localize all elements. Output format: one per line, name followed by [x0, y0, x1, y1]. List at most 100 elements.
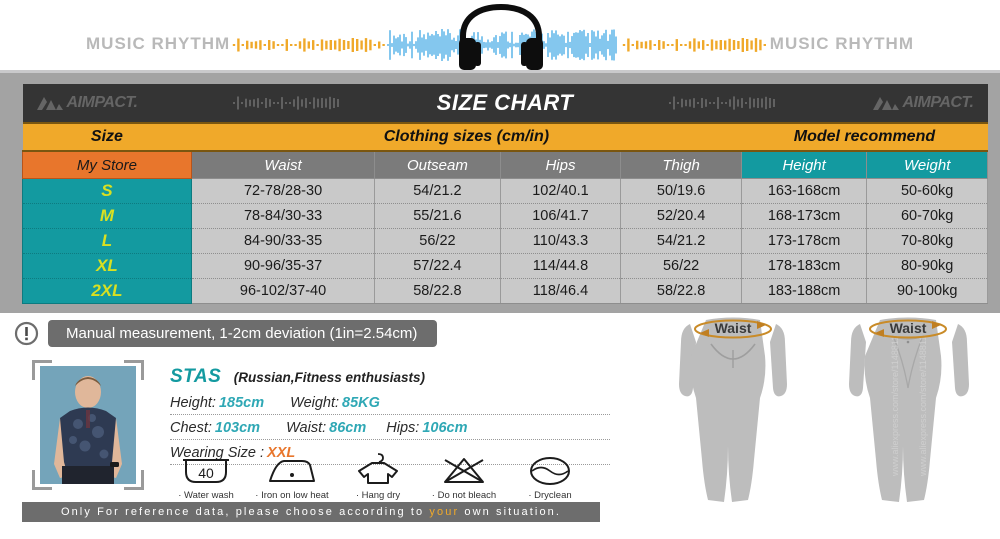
cell-weight: 70-80kg	[866, 228, 988, 254]
model-photo-frame	[32, 360, 144, 490]
group-header-size: Size	[22, 122, 192, 152]
model-name: STAS	[170, 366, 222, 387]
chart-title-row: AIMPACT. SIZE CHART AIMPACT.	[22, 84, 988, 123]
warning-icon	[14, 321, 39, 346]
cell-outseam: 56/22	[374, 228, 501, 254]
cell-outseam: 55/21.6	[374, 203, 501, 229]
cell-thigh: 54/21.2	[620, 228, 742, 254]
page-title: SIZE CHART	[436, 90, 574, 115]
column-header-thigh: Thigh	[620, 150, 742, 179]
body-measurement-figures: www.aliexpress.com/store/1148811 www.ali…	[648, 316, 1000, 521]
figure-watermark: www.aliexpress.com/store/1148811	[918, 336, 928, 477]
frame-corner-icon	[32, 360, 52, 380]
cell-height: 173-178cm	[740, 228, 868, 254]
cell-thigh: 50/19.6	[620, 178, 742, 204]
frame-corner-icon	[32, 470, 52, 490]
cell-height: 178-183cm	[740, 253, 868, 279]
column-header-waist: Waist	[190, 150, 376, 179]
mini-waveform-left-icon	[233, 96, 340, 110]
care-label: · Hang dry	[355, 490, 401, 501]
waist-label-front: Waist	[890, 320, 927, 336]
cell-outseam: 58/22.8	[374, 278, 501, 304]
cell-hips: 106/41.7	[499, 203, 622, 229]
model-name-row: STAS (Russian,Fitness enthusiasts)	[170, 366, 610, 388]
footer-text-before: Only For reference data, please choose a…	[60, 506, 430, 518]
label-weight: Weight:	[290, 395, 340, 411]
model-body-line: Chest: 103cm Waist: 86cm Hips: 106cm	[170, 420, 610, 440]
brand-logo-right: AIMPACT.	[872, 94, 974, 112]
aimpact-mark-icon	[36, 96, 63, 110]
cell-hips: 114/44.8	[499, 253, 622, 279]
column-header-row: My Store Waist Outseam Hips Thigh Height…	[22, 150, 988, 179]
value-weight: 85KG	[342, 395, 380, 411]
cell-thigh: 52/20.4	[620, 203, 742, 229]
cell-hips: 102/40.1	[499, 178, 622, 204]
frame-corner-icon	[124, 360, 144, 380]
table-row: XL 90-96/35-37 57/22.4 114/44.8 56/22 17…	[22, 253, 988, 279]
column-header-hips: Hips	[499, 150, 622, 179]
cell-waist: 72-78/28-30	[190, 178, 376, 204]
cell-thigh: 56/22	[620, 253, 742, 279]
column-header-height: Height	[740, 150, 868, 179]
model-height-weight-line: Height: 185cm Weight: 85KG	[170, 395, 610, 415]
footer-text-after: own situation.	[459, 506, 562, 518]
cell-outseam: 54/21.2	[374, 178, 501, 204]
cell-waist: 84-90/33-35	[190, 228, 376, 254]
note-text: Manual measurement, 1-2cm deviation (1in…	[48, 320, 438, 347]
column-header-store: My Store	[22, 150, 192, 179]
column-header-outseam: Outseam	[374, 150, 501, 179]
care-label: · Do not bleach	[431, 490, 497, 501]
care-item: · Dryclean	[512, 452, 588, 501]
group-header-clothing: Clothing sizes (cm/in)	[191, 122, 742, 152]
label-waist: Waist:	[286, 420, 327, 436]
do-not-bleach-icon	[426, 452, 502, 486]
cell-hips: 110/43.3	[499, 228, 622, 254]
cell-outseam: 57/22.4	[374, 253, 501, 279]
music-banner: MUSIC RHYTHM MUSIC RHYTHM	[0, 0, 1000, 73]
value-height: 185cm	[218, 395, 265, 411]
model-description: (Russian,Fitness enthusiasts)	[233, 370, 426, 385]
cell-weight: 60-70kg	[866, 203, 988, 229]
mini-waveform-right-icon	[668, 96, 775, 110]
wash-temp: 40	[198, 465, 214, 481]
cell-size: XL	[22, 253, 192, 279]
care-label: · Iron on low heat	[255, 490, 329, 501]
dryclean-icon	[512, 452, 588, 486]
cell-height: 183-188cm	[740, 278, 868, 304]
cell-thigh: 58/22.8	[620, 278, 742, 304]
frame-corner-icon	[124, 470, 144, 490]
table-row: S 72-78/28-30 54/21.2 102/40.1 50/19.6 1…	[22, 178, 988, 204]
size-chart-table: AIMPACT. SIZE CHART AIMPACT. Size Clothi…	[22, 84, 988, 304]
water-wash-icon: 40	[168, 452, 244, 486]
care-item: 40 · Water wash	[168, 452, 244, 501]
headphone-icon	[453, 3, 549, 72]
column-header-weight: Weight	[866, 150, 988, 179]
aimpact-mark-icon-2	[872, 96, 899, 110]
cell-size: S	[22, 178, 192, 204]
group-header-model: Model recommend	[741, 122, 988, 152]
table-row: L 84-90/33-35 56/22 110/43.3 54/21.2 173…	[22, 228, 988, 254]
value-hips: 106cm	[422, 420, 468, 436]
care-label: · Water wash	[178, 490, 234, 501]
brand-logo-left: AIMPACT.	[36, 94, 138, 112]
cell-weight: 80-90kg	[866, 253, 988, 279]
banner-text-left: MUSIC RHYTHM	[86, 34, 231, 53]
label-chest: Chest:	[170, 420, 212, 436]
group-header-row: Size Clothing sizes (cm/in) Model recomm…	[22, 122, 988, 152]
care-item: · Iron on low heat	[254, 452, 330, 501]
footer-note: Only For reference data, please choose a…	[22, 502, 600, 522]
care-item: · Do not bleach	[426, 452, 502, 501]
cell-size: M	[22, 203, 192, 229]
cell-hips: 118/46.4	[499, 278, 622, 304]
banner-text-right: MUSIC RHYTHM	[769, 34, 914, 53]
table-row: M 78-84/30-33 55/21.6 106/41.7 52/20.4 1…	[22, 203, 988, 229]
value-chest: 103cm	[214, 420, 261, 436]
cell-weight: 90-100kg	[866, 278, 988, 304]
footer-highlight: your	[429, 506, 460, 518]
waist-label-back: Waist	[715, 320, 752, 336]
value-waist: 86cm	[329, 420, 367, 436]
cell-size: 2XL	[22, 278, 192, 304]
cell-waist: 96-102/37-40	[190, 278, 376, 304]
figure-watermark: www.aliexpress.com/store/1148811	[890, 336, 900, 477]
label-height: Height:	[170, 395, 216, 411]
